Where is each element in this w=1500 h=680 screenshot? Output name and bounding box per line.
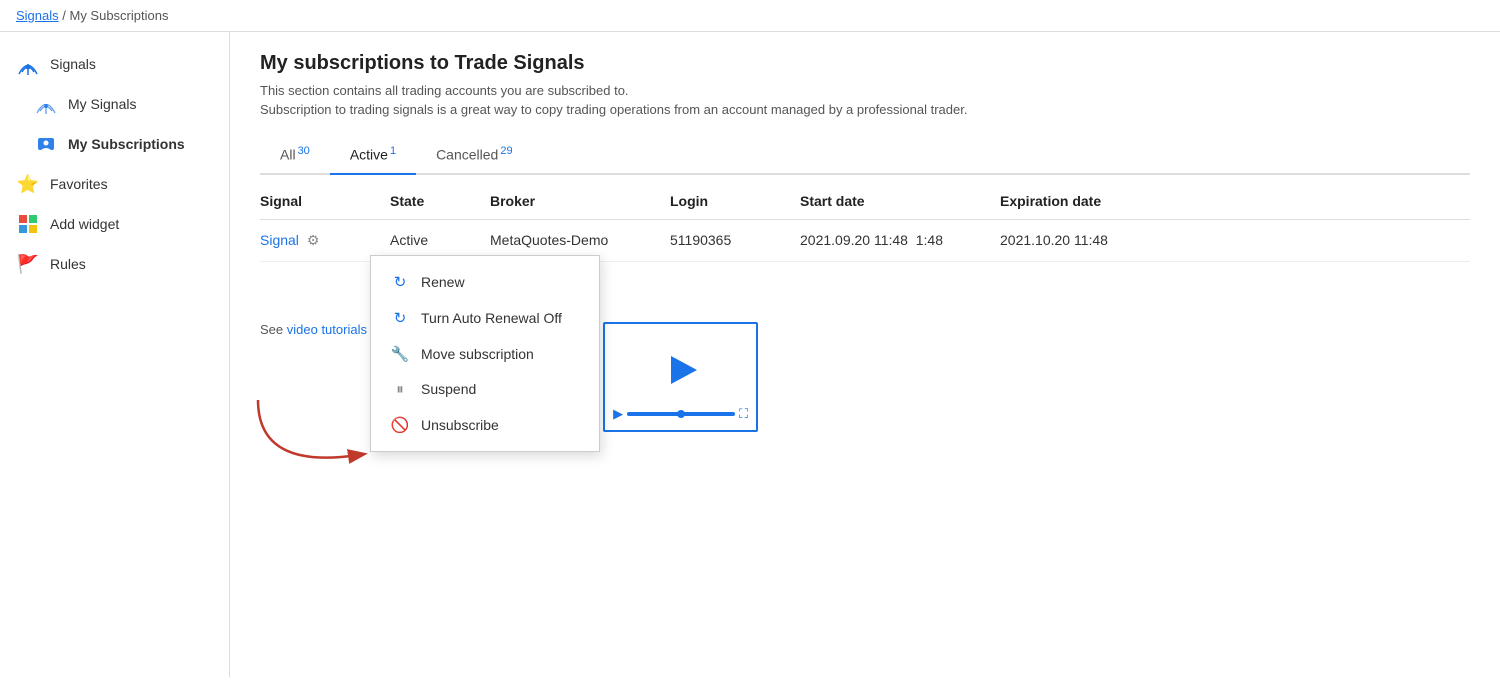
table-header: Signal State Broker Login Start date Exp… [260,183,1470,220]
video-controls: ▶ ⛶ [613,406,748,422]
row-expiration-date: 2021.10.20 11:48 [1000,232,1220,248]
breadcrumb-link[interactable]: Signals [16,8,59,23]
sidebar-signals-label: Signals [50,56,96,72]
page-desc1: This section contains all trading accoun… [260,83,1470,98]
col-expiration-date: Expiration date [1000,193,1220,209]
page-desc2: Subscription to trading signals is a gre… [260,102,1470,117]
my-signals-icon [34,92,58,116]
col-signal: Signal [260,193,390,209]
dropdown-unsubscribe-label: Unsubscribe [421,417,499,433]
row-start-date: 2021.09.20 11:48 1:48 [800,232,1000,248]
col-state: State [390,193,490,209]
signal-name-link[interactable]: Signal [260,232,299,248]
breadcrumb: Signals / My Subscriptions [0,0,1500,32]
row-login: 51190365 [670,232,800,248]
col-broker: Broker [490,193,670,209]
breadcrumb-current: My Subscriptions [69,8,168,23]
rules-icon: 🚩 [16,252,40,276]
main-content: My subscriptions to Trade Signals This s… [230,32,1500,677]
tabs: All30 Active1 Cancelled29 [260,137,1470,175]
sidebar-rules-label: Rules [50,256,86,272]
dropdown-move-label: Move subscription [421,346,534,362]
video-thumbnail[interactable]: ▶ ⛶ [603,322,758,432]
add-widget-icon [16,212,40,236]
col-login: Login [670,193,800,209]
bottom-text-prefix: See [260,322,287,337]
tab-all-label: All [280,147,296,163]
dropdown-item-suspend[interactable]: ⏸ Suspend [371,372,599,407]
sidebar-item-my-signals[interactable]: My Signals [0,84,229,124]
pause-icon: ⏸ [389,381,411,398]
sidebar-item-my-subscriptions[interactable]: My Subscriptions [0,124,229,164]
video-tutorials-link[interactable]: video tutorials [287,322,367,337]
tab-cancelled-label: Cancelled [436,147,498,163]
ban-icon: 🚫 [389,416,411,434]
sidebar-item-favorites[interactable]: ⭐ Favorites [0,164,229,204]
sidebar-add-widget-label: Add widget [50,216,119,232]
row-broker: MetaQuotes-Demo [490,232,670,248]
tab-all[interactable]: All30 [260,137,330,175]
dropdown-suspend-label: Suspend [421,381,476,397]
expand-icon: ⛶ [739,406,748,422]
dropdown-item-move-subscription[interactable]: 🔧 Move subscription [371,336,599,372]
sidebar: Signals My Signals [0,32,230,677]
layout: Signals My Signals [0,32,1500,677]
table-row: Signal ⚙ Active MetaQuotes-Demo 51190365… [260,220,1470,262]
col-start-date: Start date [800,193,1000,209]
gear-button[interactable]: ⚙ [303,230,324,251]
dropdown-auto-renewal-label: Turn Auto Renewal Off [421,310,562,326]
dropdown-menu: ↻ Renew ↻ Turn Auto Renewal Off 🔧 Move s… [370,255,600,452]
wrench-icon: 🔧 [389,345,411,363]
dropdown-item-unsubscribe[interactable]: 🚫 Unsubscribe [371,407,599,443]
breadcrumb-separator: / [59,8,70,23]
tab-active-badge: 1 [390,145,396,157]
sidebar-my-signals-label: My Signals [68,96,136,112]
subscriptions-icon [34,132,58,156]
signals-icon [16,52,40,76]
sidebar-item-rules[interactable]: 🚩 Rules [0,244,229,284]
autorenew-icon: ↻ [389,309,411,327]
row-state: Active [390,232,490,248]
dropdown-item-turn-auto-renewal-off[interactable]: ↻ Turn Auto Renewal Off [371,300,599,336]
sidebar-item-signals[interactable]: Signals [0,44,229,84]
tab-cancelled[interactable]: Cancelled29 [416,137,533,175]
tab-active-label: Active [350,147,388,163]
favorites-icon: ⭐ [16,172,40,196]
page-title: My subscriptions to Trade Signals [260,52,1470,75]
signal-cell: Signal ⚙ [260,230,390,251]
play-ctrl-icon: ▶ [613,406,623,422]
dropdown-item-renew[interactable]: ↻ Renew [371,264,599,300]
play-icon [661,350,701,390]
tab-all-badge: 30 [298,145,310,157]
video-progress-bar [627,412,735,416]
sidebar-item-add-widget[interactable]: Add widget [0,204,229,244]
dropdown-renew-label: Renew [421,274,465,290]
renew-icon: ↻ [389,273,411,291]
sidebar-favorites-label: Favorites [50,176,108,192]
video-progress-dot [677,410,685,418]
tab-cancelled-badge: 29 [500,145,512,157]
sidebar-subscriptions-label: My Subscriptions [68,136,185,152]
tab-active[interactable]: Active1 [330,137,416,175]
